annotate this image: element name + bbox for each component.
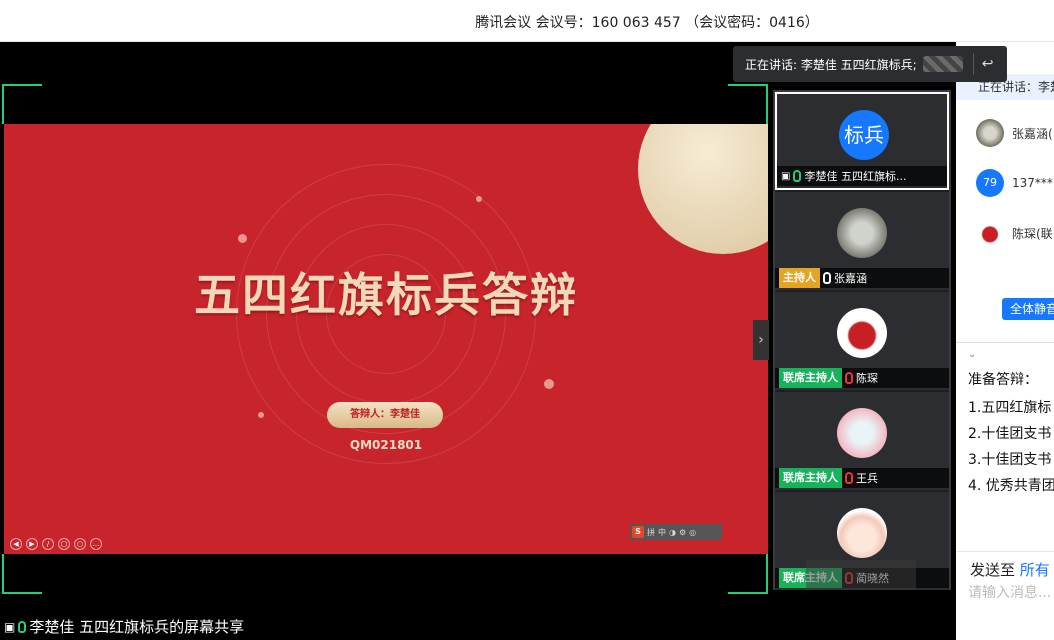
frame-corner-tr (728, 84, 768, 124)
send-to[interactable]: 发送至 所有 (970, 559, 1050, 580)
chat-line: 3.十佳团支书 (968, 452, 1052, 468)
meeting-info: 腾讯会议 会议号：160 063 457 （会议密码：0416） (475, 15, 819, 31)
avatar (837, 208, 887, 258)
video-tile[interactable]: 联席主持人 陈琛 (775, 292, 949, 390)
presenter-pill: 答辩人：李楚佳 (327, 402, 443, 428)
avatar (837, 508, 887, 558)
member-item[interactable]: 张嘉涵( (956, 110, 1054, 156)
tile-name: 王兵 (856, 472, 878, 485)
tile-name-bar: ▣ 李楚佳 五四红旗标... (777, 166, 947, 186)
frame-corner-br (728, 554, 768, 594)
mic-icon (18, 621, 27, 633)
tile-name: 李楚佳 五四红旗标... (804, 170, 907, 183)
slide-code: QM021801 (349, 438, 423, 452)
chat-input[interactable] (968, 583, 1054, 603)
chat-area: ⌄ 准备答辩： 1.五四红旗标 2.十佳团支书 3.十佳团支书 4. 优秀共青团… (956, 342, 1054, 640)
side-panel: 正在讲话：李楚 张嘉涵( 79 137*** 陈琛(联 全体静音 ⌄ 准备答辩：… (956, 42, 1054, 640)
host-badge: 主持人 (779, 268, 820, 288)
video-tile[interactable]: 主持人 张嘉涵 (775, 192, 949, 290)
avatar: 标兵 (839, 110, 889, 160)
expand-gallery-arrow-icon[interactable]: › (753, 320, 769, 360)
tile-name-bar: 联席主持人 王兵 (775, 468, 949, 488)
share-label: 李楚佳 五四红旗标兵的屏幕共享 (29, 618, 245, 636)
ime-tool[interactable]: ◎ (689, 528, 696, 537)
decor-dot (258, 412, 264, 418)
ime-tool[interactable]: 拼 (647, 527, 655, 538)
avatar (837, 308, 887, 358)
floating-overlay (806, 560, 916, 590)
cohost-badge: 联席主持人 (779, 368, 842, 388)
mic-icon (823, 272, 831, 284)
screen-share-icon: ▣ (781, 170, 791, 182)
tile-name-bar: 主持人 张嘉涵 (775, 268, 949, 288)
cohost-badge: 联席主持人 (779, 468, 842, 488)
decor-dot (476, 196, 482, 202)
member-avatar (976, 219, 1004, 247)
mic-muted-icon (845, 372, 853, 384)
avatar (837, 408, 887, 458)
ime-toolbar: S 拼 中 ◑ ⚙ ◎ (630, 524, 722, 540)
member-item[interactable]: 陈琛(联 (956, 210, 1054, 256)
ime-tool[interactable]: ◑ (669, 528, 676, 537)
video-tile[interactable]: 标兵 ▣ 李楚佳 五四红旗标... (775, 92, 949, 190)
member-name: 陈琛(联 (1012, 226, 1053, 241)
blurred-name (922, 56, 963, 72)
chevron-down-icon[interactable]: ⌄ (968, 349, 976, 360)
tile-name-bar: 联席主持人 陈琛 (775, 368, 949, 388)
ime-tool[interactable]: ⚙ (679, 528, 686, 537)
zoom-icon[interactable]: ○ (74, 538, 86, 550)
ime-logo-icon[interactable]: S (632, 526, 644, 538)
mic-muted-icon (845, 472, 853, 484)
tile-name: 张嘉涵 (834, 272, 867, 285)
more-icon[interactable]: … (90, 538, 102, 550)
mic-icon (793, 170, 802, 182)
slide-title: 五四红旗标兵答辩 (194, 268, 578, 322)
chat-line: 2.十佳团支书 (968, 426, 1052, 442)
frame-corner-tl (2, 84, 42, 124)
send-to-target[interactable]: 所有 (1020, 561, 1050, 579)
screen-share-icon: ▣ (4, 620, 16, 634)
video-tile[interactable]: 联席主持人 王兵 (775, 392, 949, 490)
chat-line: 4. 优秀共青团 (968, 478, 1054, 494)
video-gallery: 标兵 ▣ 李楚佳 五四红旗标... 主持人 张嘉涵 联席主持人 陈琛 联席主持人… (773, 90, 951, 590)
next-icon[interactable]: ▶ (26, 538, 38, 550)
speaking-label: 正在讲话: 李楚佳 五四红旗标兵; (745, 57, 917, 72)
title-bar: 腾讯会议 会议号：160 063 457 （会议密码：0416） (0, 0, 1054, 42)
chat-line: 准备答辩： (968, 372, 1038, 388)
mute-all-button[interactable]: 全体静音 (1002, 298, 1054, 320)
decor-dot (238, 234, 247, 243)
frame-corner-bl (2, 554, 42, 594)
member-avatar: 79 (976, 169, 1004, 197)
decor-moon (638, 124, 768, 254)
member-name: 张嘉涵( (1012, 126, 1053, 141)
member-avatar (976, 119, 1004, 147)
prev-icon[interactable]: ◀ (10, 538, 22, 550)
tile-name: 陈琛 (856, 372, 878, 385)
speaking-popup: 正在讲话: 李楚佳 五四红旗标兵; ↩ (733, 46, 1007, 82)
share-status-bar: ▣ 李楚佳 五四红旗标兵的屏幕共享 (0, 614, 770, 640)
member-item[interactable]: 79 137*** (956, 160, 1054, 206)
chat-line: 1.五四红旗标 (968, 400, 1052, 416)
divider (972, 53, 974, 75)
slides-icon[interactable]: ▢ (58, 538, 70, 550)
shared-slide: 五四红旗标兵答辩 答辩人：李楚佳 QM021801 ◀ ▶ / ▢ ○ … S … (4, 124, 768, 554)
pen-icon[interactable]: / (42, 538, 54, 550)
send-to-label: 发送至 (970, 561, 1016, 579)
slide-controls: ◀ ▶ / ▢ ○ … (10, 538, 102, 550)
return-icon[interactable]: ↩ (982, 56, 994, 72)
divider (956, 551, 1054, 552)
ime-tool[interactable]: 中 (658, 527, 666, 538)
decor-dot (544, 379, 554, 389)
member-name: 137*** (1012, 176, 1053, 190)
